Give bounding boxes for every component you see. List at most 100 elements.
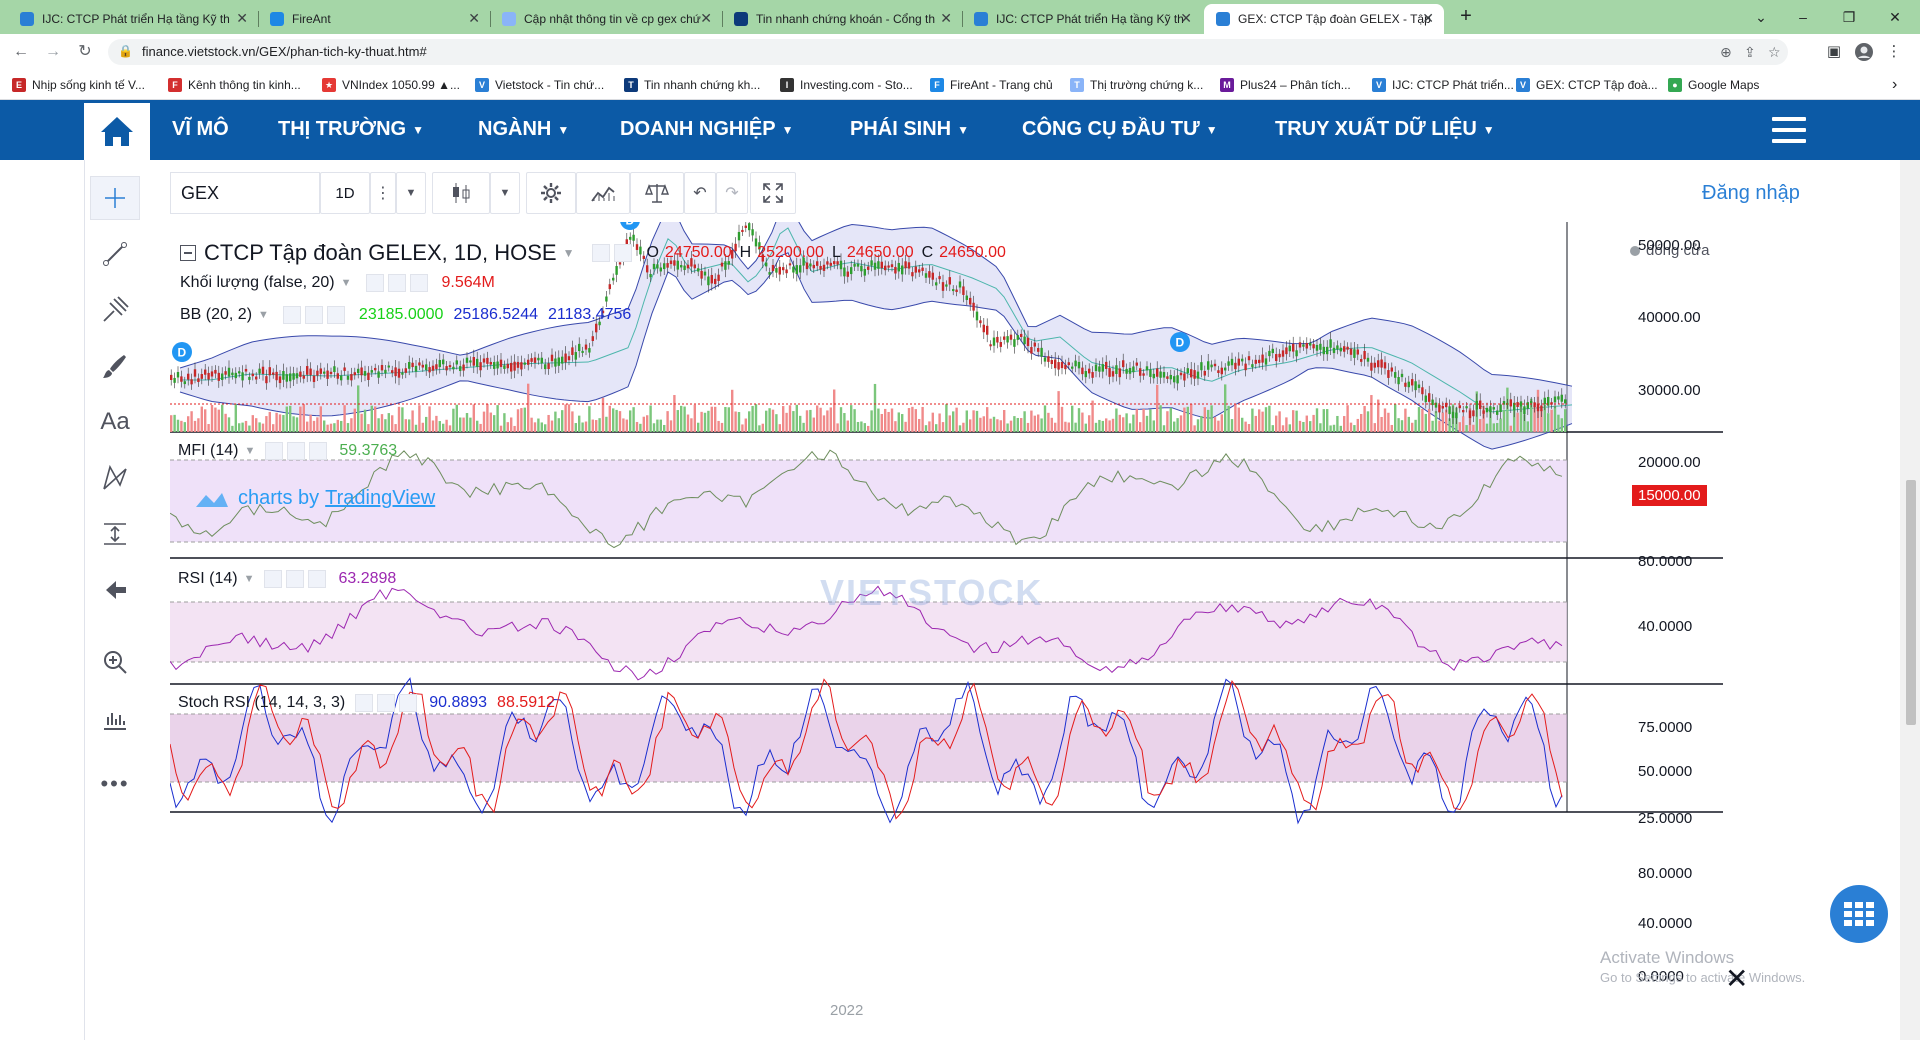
close-icon[interactable] <box>399 694 418 712</box>
gear-icon[interactable] <box>377 694 396 712</box>
bookmark-item[interactable]: ● Google Maps <box>1668 76 1759 94</box>
trend-line-icon[interactable] <box>90 232 140 276</box>
home-button[interactable] <box>84 103 150 160</box>
browser-tab[interactable]: FireAnt ✕ <box>258 4 490 34</box>
zoom-in-icon[interactable] <box>90 640 140 684</box>
bookmark-item[interactable]: V IJC: CTCP Phát triển... <box>1372 76 1514 94</box>
pattern-icon[interactable] <box>90 456 140 500</box>
close-icon[interactable] <box>309 442 328 460</box>
browser-tab[interactable]: Tin nhanh chứng khoán - Cổng th ✕ <box>722 4 962 34</box>
close-icon[interactable]: ✕ <box>1422 10 1434 27</box>
more-bookmarks-icon[interactable]: › <box>1892 76 1897 94</box>
nav-doanh-nghiep[interactable]: DOANH NGHIỆP ▼ <box>620 118 793 141</box>
close-icon[interactable] <box>308 570 327 588</box>
close-icon[interactable]: ✕ <box>236 10 248 27</box>
bookmark-item[interactable]: F FireAnt - Trang chủ <box>930 76 1053 94</box>
caret-down-icon[interactable]: ▼ <box>244 445 255 457</box>
bookmark-item[interactable]: E Nhịp sống kinh tế V... <box>12 76 145 94</box>
star-icon[interactable]: ☆ <box>1768 44 1781 61</box>
url-field[interactable]: 🔒 finance.vietstock.vn/GEX/phan-tich-ky-… <box>108 39 1788 65</box>
bookmark-item[interactable]: M Plus24 – Phân tích... <box>1220 76 1351 94</box>
gear-icon[interactable] <box>387 274 406 292</box>
forward-arrow-icon[interactable]: → <box>42 41 64 63</box>
chevron-down-icon[interactable]: ▼ <box>396 172 426 214</box>
symbol-input[interactable]: GEX <box>170 172 320 214</box>
side-panel-icon[interactable]: ▣ <box>1824 42 1844 62</box>
restore-icon[interactable]: ❐ <box>1826 4 1872 30</box>
share-icon[interactable]: ⇪ <box>1744 44 1756 61</box>
login-link[interactable]: Đăng nhập <box>1702 182 1800 205</box>
undo-icon[interactable]: ↶ <box>684 172 716 214</box>
indicators-icon[interactable] <box>576 172 630 214</box>
eye-icon[interactable] <box>282 306 301 324</box>
grid-menu-button[interactable] <box>1830 885 1888 943</box>
eye-icon[interactable] <box>265 442 284 460</box>
measure-icon[interactable] <box>90 512 140 556</box>
bookmark-item[interactable]: T Tin nhanh chứng kh... <box>624 76 760 94</box>
page-scrollbar[interactable] <box>1900 160 1920 1040</box>
bookmark-item[interactable]: F Kênh thông tin kinh... <box>168 76 301 94</box>
compare-scale-icon[interactable] <box>630 172 684 214</box>
reload-icon[interactable]: ↻ <box>74 41 96 63</box>
hamburger-menu-icon[interactable] <box>1772 117 1806 143</box>
close-icon[interactable] <box>409 274 428 292</box>
caret-down-icon[interactable]: ▼ <box>341 277 352 289</box>
caret-down-icon[interactable]: ▼ <box>563 246 575 260</box>
bookmark-item[interactable]: V GEX: CTCP Tập đoà... <box>1516 76 1658 94</box>
chart-plot-area[interactable]: D D D CTCP Tập đoàn GELEX, 1D, HOSE ▼ O 24… <box>169 202 1723 1019</box>
bookmark-item[interactable]: T Thị trường chứng k... <box>1070 76 1203 94</box>
chevron-down-icon[interactable]: ▼ <box>490 172 520 214</box>
browser-tab[interactable]: Cập nhật thông tin về cp gex chứ ✕ <box>490 4 722 34</box>
browser-tab[interactable]: IJC: CTCP Phát triển Hạ tầng Kỹ th ✕ <box>8 4 258 34</box>
bookmark-item[interactable]: I Investing.com - Sto... <box>780 76 913 94</box>
collapse-icon[interactable] <box>180 245 196 261</box>
eye-icon[interactable] <box>365 274 384 292</box>
text-tool-icon[interactable]: Aa <box>90 400 140 444</box>
gear-icon[interactable] <box>286 570 305 588</box>
close-icon[interactable]: ✕ <box>1725 962 1748 995</box>
bookmark-item[interactable]: ★ VNIndex 1050.99 ▲... <box>322 76 460 94</box>
nav-thi-truong[interactable]: THỊ TRƯỜNG ▼ <box>278 118 424 141</box>
close-icon[interactable]: ✕ <box>940 10 952 27</box>
gear-icon[interactable] <box>614 244 633 262</box>
brush-icon[interactable] <box>90 344 140 388</box>
back-arrow-icon[interactable]: ← <box>10 41 32 63</box>
new-tab-button[interactable]: + <box>1455 6 1477 28</box>
chevron-down-icon[interactable]: ⌄ <box>1738 4 1784 30</box>
eye-icon[interactable] <box>592 244 611 262</box>
caret-down-icon[interactable]: ▼ <box>244 573 255 585</box>
profile-avatar[interactable] <box>1854 42 1874 62</box>
bar-chart-icon[interactable] <box>90 696 140 740</box>
caret-down-icon[interactable]: ▼ <box>258 309 269 321</box>
nav-cong-cu-dau-tu[interactable]: CÔNG CỤ ĐẦU TƯ ▼ <box>1022 118 1218 141</box>
close-icon[interactable]: ✕ <box>468 10 480 27</box>
more-dots-vertical-icon[interactable]: ⋮ <box>370 172 396 214</box>
gear-icon[interactable] <box>526 172 576 214</box>
scrollbar-thumb[interactable] <box>1906 480 1916 725</box>
tradingview-link[interactable]: TradingView <box>325 487 435 510</box>
close-icon[interactable]: ✕ <box>1180 10 1192 27</box>
fullscreen-icon[interactable] <box>750 172 796 214</box>
interval-button[interactable]: 1D <box>320 172 370 214</box>
nav-truy-xuat-du-lieu[interactable]: TRUY XUẤT DỮ LIỆU ▼ <box>1275 118 1495 141</box>
pitchfork-icon[interactable] <box>90 288 140 332</box>
zoom-icon[interactable]: ⊕ <box>1720 44 1732 61</box>
browser-tab[interactable]: IJC: CTCP Phát triển Hạ tầng Kỹ th ✕ <box>962 4 1202 34</box>
eye-icon[interactable] <box>264 570 283 588</box>
gear-icon[interactable] <box>287 442 306 460</box>
kebab-menu-icon[interactable]: ⋮ <box>1884 42 1904 62</box>
nav-vi-mo[interactable]: VĨ MÔ <box>172 118 229 141</box>
close-icon[interactable]: ✕ <box>700 10 712 27</box>
close-window-icon[interactable]: ✕ <box>1872 4 1918 30</box>
more-dots-icon[interactable]: ••• <box>90 762 140 806</box>
nav-phai-sinh[interactable]: PHÁI SINH ▼ <box>850 118 969 141</box>
back-arrow-icon[interactable] <box>90 568 140 612</box>
redo-icon[interactable]: ↷ <box>716 172 748 214</box>
candles-icon[interactable] <box>432 172 490 214</box>
close-icon[interactable] <box>326 306 345 324</box>
crosshair-icon[interactable] <box>90 176 140 220</box>
eye-icon[interactable] <box>355 694 374 712</box>
gear-icon[interactable] <box>304 306 323 324</box>
nav-nganh[interactable]: NGÀNH ▼ <box>478 118 569 141</box>
browser-tab-active[interactable]: GEX: CTCP Tập đoàn GELEX - Tập ✕ <box>1204 4 1444 34</box>
